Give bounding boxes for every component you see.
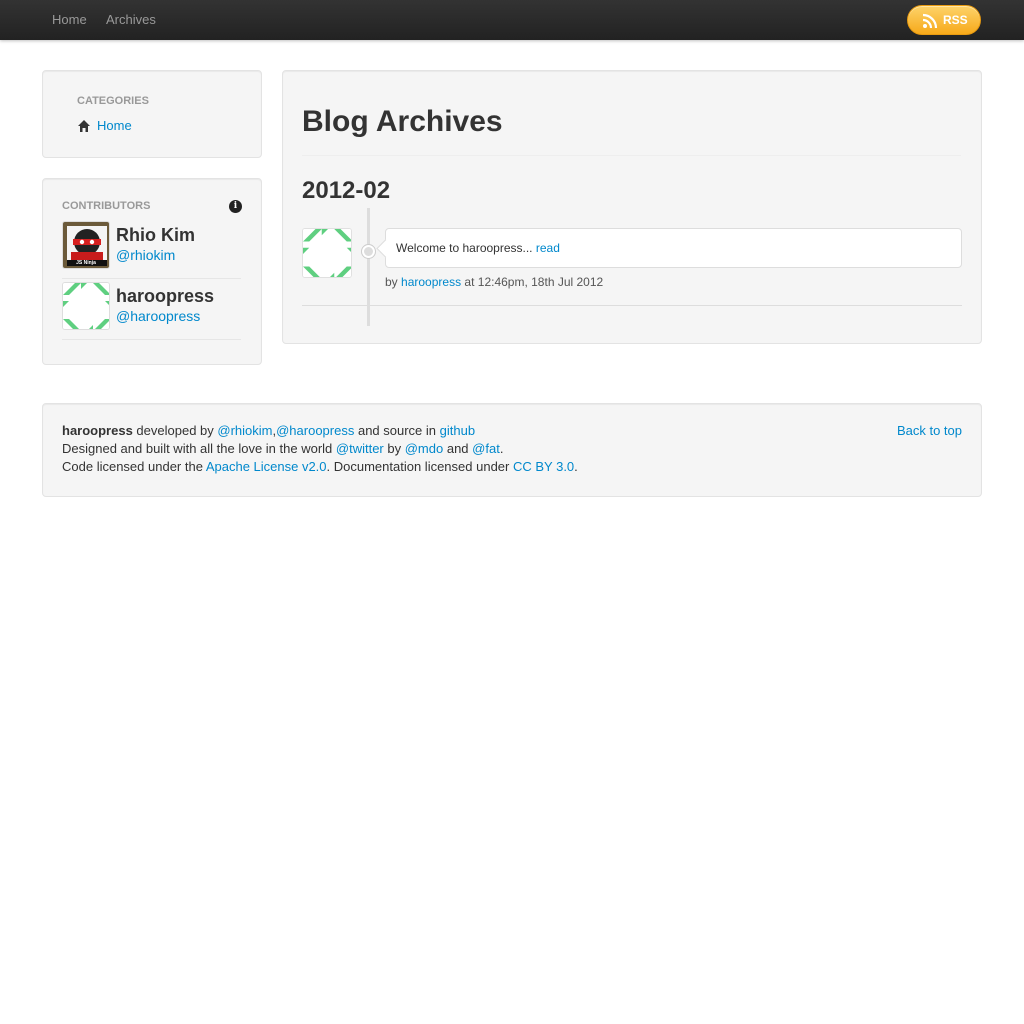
avatar[interactable] [62, 282, 110, 330]
post-timestamp: at 12:46pm, 18th Jul 2012 [464, 275, 604, 289]
footer-cc-license-link[interactable]: CC BY 3.0 [513, 459, 574, 474]
footer-brand: haroopress [62, 423, 133, 438]
rss-icon [922, 13, 938, 29]
contributors-header: CONTRIBUTORS [62, 200, 151, 212]
post-read-link[interactable]: read [536, 241, 560, 255]
avatar[interactable]: JS Ninja [62, 221, 110, 269]
footer-text-segment: and source in [354, 423, 440, 438]
footer-text-segment: . [499, 441, 504, 456]
footer-text-segment: and [443, 441, 473, 456]
contributor-name: Rhio Kim [116, 225, 195, 245]
contributor-item: JS Ninja Rhio Kim @rhiokim [62, 221, 241, 279]
identicon-image [63, 283, 109, 329]
footer-text-segment: . Documentation licensed under [326, 459, 513, 474]
post-summary-box: Welcome to haroopress... read [385, 228, 962, 268]
footer-dev2-link[interactable]: @haroopress [276, 423, 354, 438]
nav-home-link[interactable]: Home [52, 11, 87, 29]
footer-line-design: Designed and built with all the love in … [62, 440, 578, 458]
categories-panel: CATEGORIES Home [42, 70, 262, 158]
footer-line-license: Code licensed under the Apache License v… [62, 458, 578, 476]
rss-label: RSS [943, 13, 968, 27]
footer-text-segment: by [383, 441, 405, 456]
footer-twitter-link[interactable]: @twitter [336, 441, 384, 456]
post-summary-text: Welcome to haroopress... [396, 241, 533, 255]
category-home-link[interactable]: Home [97, 117, 132, 135]
home-icon [78, 120, 90, 132]
identicon-image [303, 229, 351, 277]
contributors-panel: CONTRIBUTORS i JS Ninja Rhio Kim @rhioki… [42, 178, 262, 365]
avatar-badge: JS Ninja [76, 260, 96, 266]
page-title: Blog Archives [302, 105, 503, 138]
post-author-avatar[interactable] [302, 228, 352, 278]
footer-apache-license-link[interactable]: Apache License v2.0 [206, 459, 327, 474]
title-divider [302, 155, 961, 156]
post-meta: by haroopress at 12:46pm, 18th Jul 2012 [385, 274, 603, 290]
footer-text-segment: developed by [132, 423, 218, 438]
footer-fat-link[interactable]: @fat [472, 441, 500, 456]
post-divider [302, 305, 962, 306]
footer-text-segment: . [574, 459, 578, 474]
footer-text: haroopress developed by @rhiokim,@haroop… [62, 422, 578, 476]
nav-archives-link[interactable]: Archives [106, 11, 156, 29]
footer-mdo-link[interactable]: @mdo [405, 441, 444, 456]
timeline-line [367, 208, 370, 326]
footer: haroopress developed by @rhiokim,@haroop… [42, 403, 982, 497]
post-by-label: by [385, 275, 398, 289]
post-author-link[interactable]: haroopress [401, 275, 461, 289]
timeline-dot [362, 245, 375, 258]
rss-button[interactable]: RSS [907, 5, 981, 35]
footer-text-segment: Code licensed under the [62, 459, 206, 474]
post-summary: Welcome to haroopress... read [396, 240, 560, 256]
back-to-top-link[interactable]: Back to top [897, 422, 962, 440]
footer-github-link[interactable]: github [440, 423, 475, 438]
contributor-handle-link[interactable]: @haroopress [116, 307, 200, 325]
archive-year-heading: 2012-02 [302, 177, 391, 204]
archive-panel: Blog Archives 2012-02 Welcome to haroopr… [282, 70, 982, 344]
footer-dev1-link[interactable]: @rhiokim [217, 423, 272, 438]
contributor-item: haroopress @haroopress [62, 282, 241, 340]
footer-text-segment: Designed and built with all the love in … [62, 441, 336, 456]
footer-line-credits: haroopress developed by @rhiokim,@haroop… [62, 422, 578, 440]
categories-header: CATEGORIES [77, 95, 149, 107]
contributor-name: haroopress [116, 286, 215, 306]
top-navbar: Home Archives RSS [0, 0, 1024, 40]
info-icon[interactable]: i [229, 200, 242, 213]
contributor-handle-link[interactable]: @rhiokim [116, 246, 175, 264]
